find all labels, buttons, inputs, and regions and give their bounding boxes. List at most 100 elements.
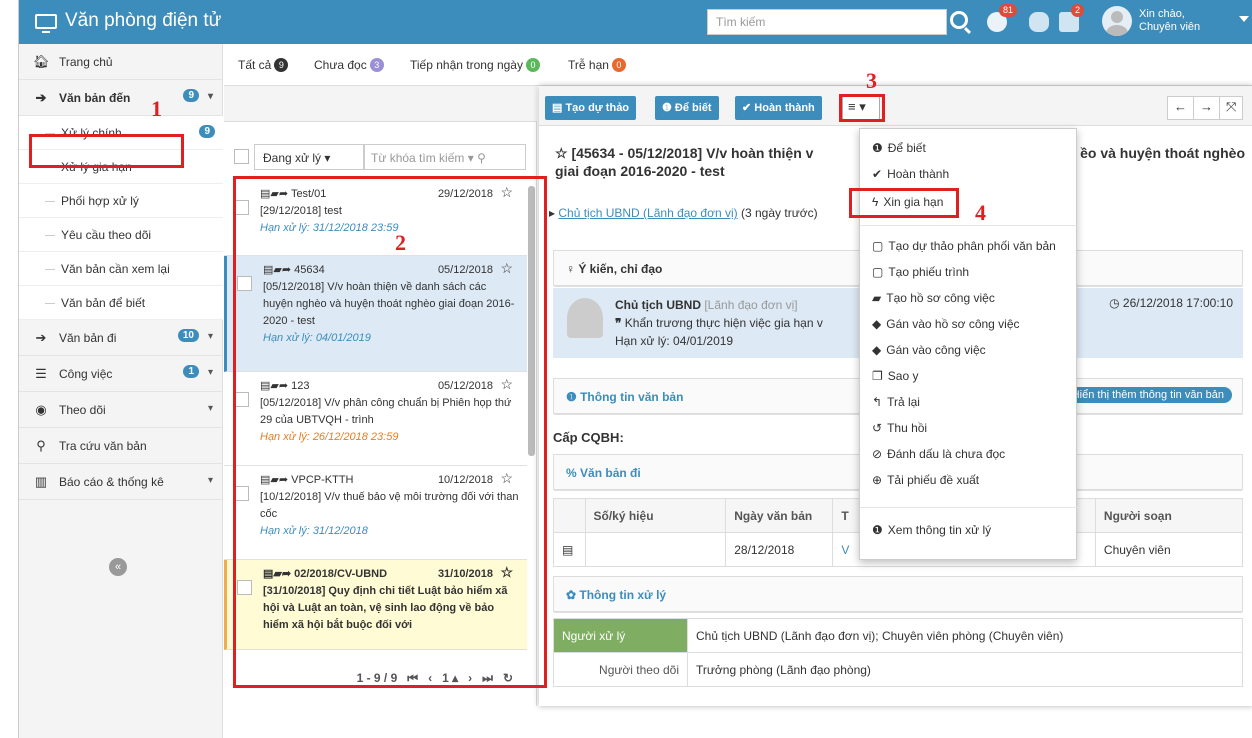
chevron-down-icon: ▾ [207, 91, 213, 102]
user-avatar[interactable] [1102, 6, 1132, 36]
sidebar-item-home[interactable]: 🏠︎ Trang chủ [19, 44, 223, 80]
menu-item-return[interactable]: ↰ Trả lại [872, 395, 920, 409]
chat-icon[interactable] [1029, 12, 1049, 32]
process-header[interactable]: ✿ Thông tin xử lý [554, 577, 1242, 613]
annotation-box-3 [839, 94, 885, 122]
menu-item-create-submission[interactable]: ▢ Tạo phiếu trình [872, 265, 969, 279]
menu-divider [860, 507, 1078, 508]
tab-all[interactable]: Tất cả 9 [238, 58, 289, 72]
user-greeting[interactable]: Xin chào, Chuyên viên [1139, 8, 1200, 34]
sender-time: (3 ngày trước) [741, 206, 818, 220]
sidebar-subitem-label: Văn bản cần xem lại [61, 261, 170, 276]
sidebar-item-label: Báo cáo & thống kê [59, 474, 164, 489]
sender-link[interactable]: Chủ tịch UBND (Lãnh đạo đơn vị) [558, 206, 737, 220]
section-title: Thông tin văn bản [580, 390, 684, 404]
person-avatar [567, 298, 603, 338]
follower-value: Trưởng phòng (Lãnh đạo phòng) [687, 652, 1243, 687]
sidebar-item-follow[interactable]: ◉ Theo dõi ▾ [19, 392, 223, 428]
user-menu-caret-icon[interactable] [1239, 16, 1249, 22]
sidebar-item-label: Văn bản đến [59, 90, 131, 105]
clock-icon: ◷ [1109, 296, 1123, 310]
sidebar-subitem-fyi[interactable]: Văn bản để biết [19, 286, 223, 320]
file-icon: ▢ [872, 239, 884, 253]
tab-unread[interactable]: Chưa đọc 3 [314, 58, 384, 72]
tasks-icon: ☰ [35, 365, 47, 381]
eye-icon: ◉ [35, 401, 47, 417]
tab-overdue[interactable]: Trễ hạn 0 [568, 58, 626, 72]
search-input[interactable]: Tìm kiếm [707, 9, 947, 35]
menu-item-recall[interactable]: ↺ Thu hồi [872, 421, 927, 435]
create-draft-button[interactable]: ▤ Tạo dự thảo [545, 96, 637, 120]
menu-item-view-processing-info[interactable]: ❶ Xem thông tin xử lý [872, 523, 991, 537]
sidebar-item-label: Văn bản đi [59, 330, 117, 345]
sidebar-item-work[interactable]: ☰ Công việc 1 ▾ [19, 356, 223, 392]
button-label: Tạo dự thảo [565, 102, 630, 114]
tab-label: Tất cả [238, 58, 272, 72]
section-title: Ý kiến, chỉ đạo [578, 262, 663, 276]
sidebar-subitem-coordinate[interactable]: Phối hợp xử lý [19, 184, 223, 218]
select-all-checkbox[interactable] [234, 149, 249, 164]
gear-icon: ✿ [566, 588, 580, 602]
file-icon: ▤ [552, 102, 566, 114]
show-more-button[interactable]: Hiển thị thêm thông tin văn bản [1063, 387, 1232, 403]
sidebar-item-label: Theo dõi [59, 402, 106, 417]
menu-item-label: Gán vào hồ sơ công việc [886, 317, 1020, 331]
chevron-down-icon: ▾ [207, 475, 213, 486]
table-header-cell: Số/ký hiệu [584, 498, 727, 533]
sidebar-item-reports[interactable]: ▥ Báo cáo & thống kê ▾ [19, 464, 223, 500]
sidebar-item-lookup[interactable]: ⚲ Tra cứu văn bản [19, 428, 223, 464]
sidebar-item-label: Trang chủ [59, 54, 113, 69]
top-bar: Văn phòng điện tử Tìm kiếm 81 2 Xin chào… [19, 0, 1252, 44]
sidebar-item-incoming[interactable]: ➔ Văn bản đến 9 ▾ [19, 80, 223, 116]
sidebar-item-outgoing[interactable]: ➔ Văn bản đi 10 ▾ [19, 320, 223, 356]
complete-button[interactable]: ✔ Hoàn thành [735, 96, 822, 120]
menu-item-label: Đánh dấu là chưa đọc [887, 447, 1006, 461]
button-label: Để biết [674, 102, 712, 114]
table-cell: Chuyên viên [1094, 532, 1244, 567]
search-icon: ⚲ [36, 437, 46, 453]
prev-doc-icon[interactable]: ← [1167, 96, 1194, 120]
count-badge: 1 [183, 365, 199, 378]
menu-item-label: Tải phiếu đề xuất [887, 473, 980, 487]
collapse-sidebar-icon[interactable]: « [109, 558, 127, 576]
menu-item-create-distribution-draft[interactable]: ▢ Tạo dự thảo phân phối văn bản [872, 239, 1056, 253]
menu-item-label: Để biết [887, 141, 926, 155]
monitor-icon [35, 13, 57, 33]
keyword-search-input[interactable]: Từ khóa tìm kiếm ▾ ⚲ [364, 144, 526, 170]
menu-item-mark-unread[interactable]: ⊘ Đánh dấu là chưa đọc [872, 447, 1005, 461]
doc-file-icon[interactable]: ▤ [553, 532, 586, 567]
menu-item-assign-work-file[interactable]: ◆ Gán vào hồ sơ công việc [872, 317, 1020, 331]
menu-item-assign-task[interactable]: ◆ Gán vào công việc [872, 343, 986, 357]
expand-icon[interactable]: ⤧ [1219, 96, 1244, 120]
detail-toolbar: ▤ Tạo dự thảo ❶ Để biết ✔ Hoàn thành ≡ ▾… [539, 86, 1252, 126]
reply-icon: ↰ [872, 395, 883, 409]
table-cell [584, 532, 727, 567]
menu-item-create-work-file[interactable]: ▰ Tạo hồ sơ công việc [872, 291, 995, 305]
menu-item-complete[interactable]: ✔ Hoàn thành [872, 167, 949, 181]
menu-item-label: Trả lại [887, 395, 920, 409]
book-icon: ▰ [872, 291, 882, 305]
menu-item-copy[interactable]: ❐ Sao y [872, 369, 918, 383]
app-brand[interactable]: Văn phòng điện tử [35, 10, 221, 33]
link-icon: % [566, 466, 581, 480]
table-row: Người theo dõi Trưởng phòng (Lãnh đạo phò… [553, 652, 1243, 687]
fyi-button[interactable]: ❶ Để biết [655, 96, 719, 120]
search-icon[interactable] [950, 11, 968, 29]
comment-text: Khẩn trương thực hiện việc gia hạn v [624, 316, 823, 330]
chevron-down-icon: ▾ [207, 367, 213, 378]
home-icon: 🏠︎ [33, 53, 50, 69]
table-header-cell: Ngày văn bản [725, 498, 834, 533]
tab-received-today[interactable]: Tiếp nhận trong ngày 0 [410, 58, 540, 72]
tab-count: 9 [274, 58, 289, 72]
menu-item-fyi[interactable]: ❶ Để biết [872, 141, 926, 155]
menu-item-download-proposal[interactable]: ⊕ Tải phiếu đề xuất [872, 473, 979, 487]
issuer-label: Cấp CQBH: [553, 430, 624, 445]
status-filter-select[interactable]: Đang xử lý ▾ [254, 144, 364, 170]
quote-icon: ❞ [615, 316, 625, 330]
arrow-circle-right-icon: ➔ [35, 89, 47, 105]
sidebar-subitem-follow-request[interactable]: Yêu cầu theo dõi [19, 218, 223, 252]
sidebar-subitem-review[interactable]: Văn bản cần xem lại [19, 252, 223, 286]
commenter-role: [Lãnh đạo đơn vị] [704, 298, 798, 312]
next-doc-icon[interactable]: → [1193, 96, 1220, 120]
tag-icon: ◆ [872, 317, 882, 331]
